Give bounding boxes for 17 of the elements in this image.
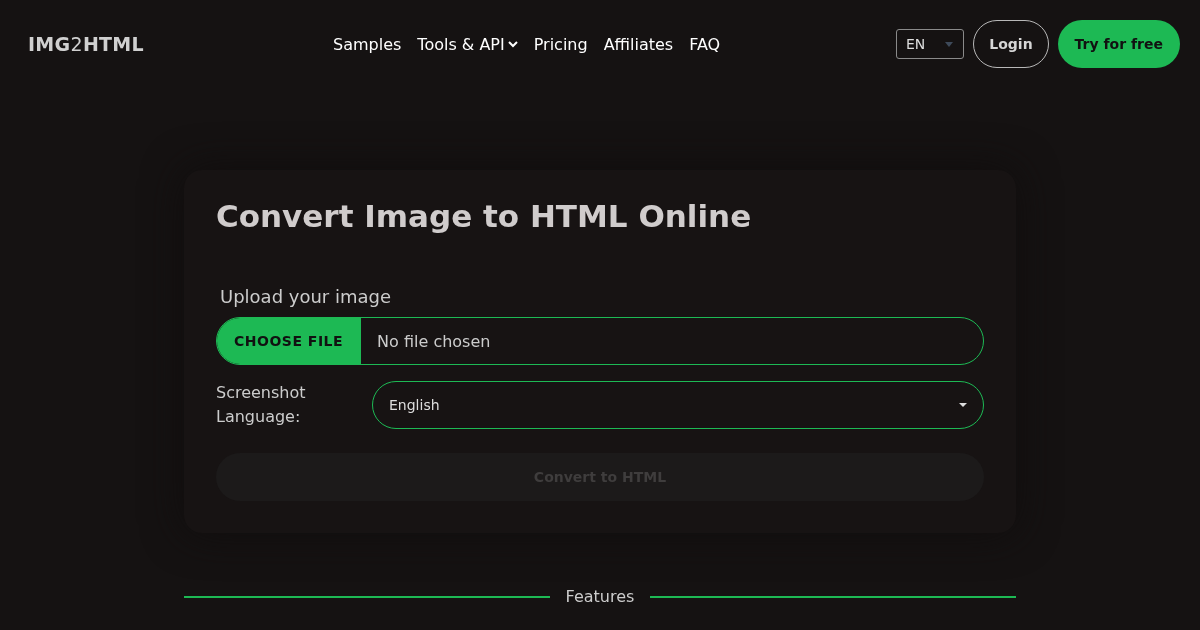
chevron-down-icon [507,40,518,48]
page-title: Convert Image to HTML Online [216,198,753,234]
nav-link[interactable]: Tools & API [417,34,518,54]
upload-label: Upload your image [220,286,393,307]
language-label: Screenshot Language: [216,382,307,428]
nav-link[interactable]: Samples [333,34,402,54]
nav-link[interactable]: FAQ [689,34,721,54]
try-for-free-button[interactable]: Try for free [1057,20,1180,68]
caret-icon [945,41,954,47]
logo[interactable]: IMG2HTML [28,33,328,55]
section-heading: Features [565,587,635,606]
nav-link[interactable]: Affiliates [603,34,674,54]
file-status: No file chosen [377,331,491,351]
language-select[interactable]: EN [895,29,965,59]
caret-icon [959,403,967,407]
nav-link[interactable]: Pricing [533,34,588,54]
choose-file-button[interactable]: CHOOSE FILE [217,318,362,364]
